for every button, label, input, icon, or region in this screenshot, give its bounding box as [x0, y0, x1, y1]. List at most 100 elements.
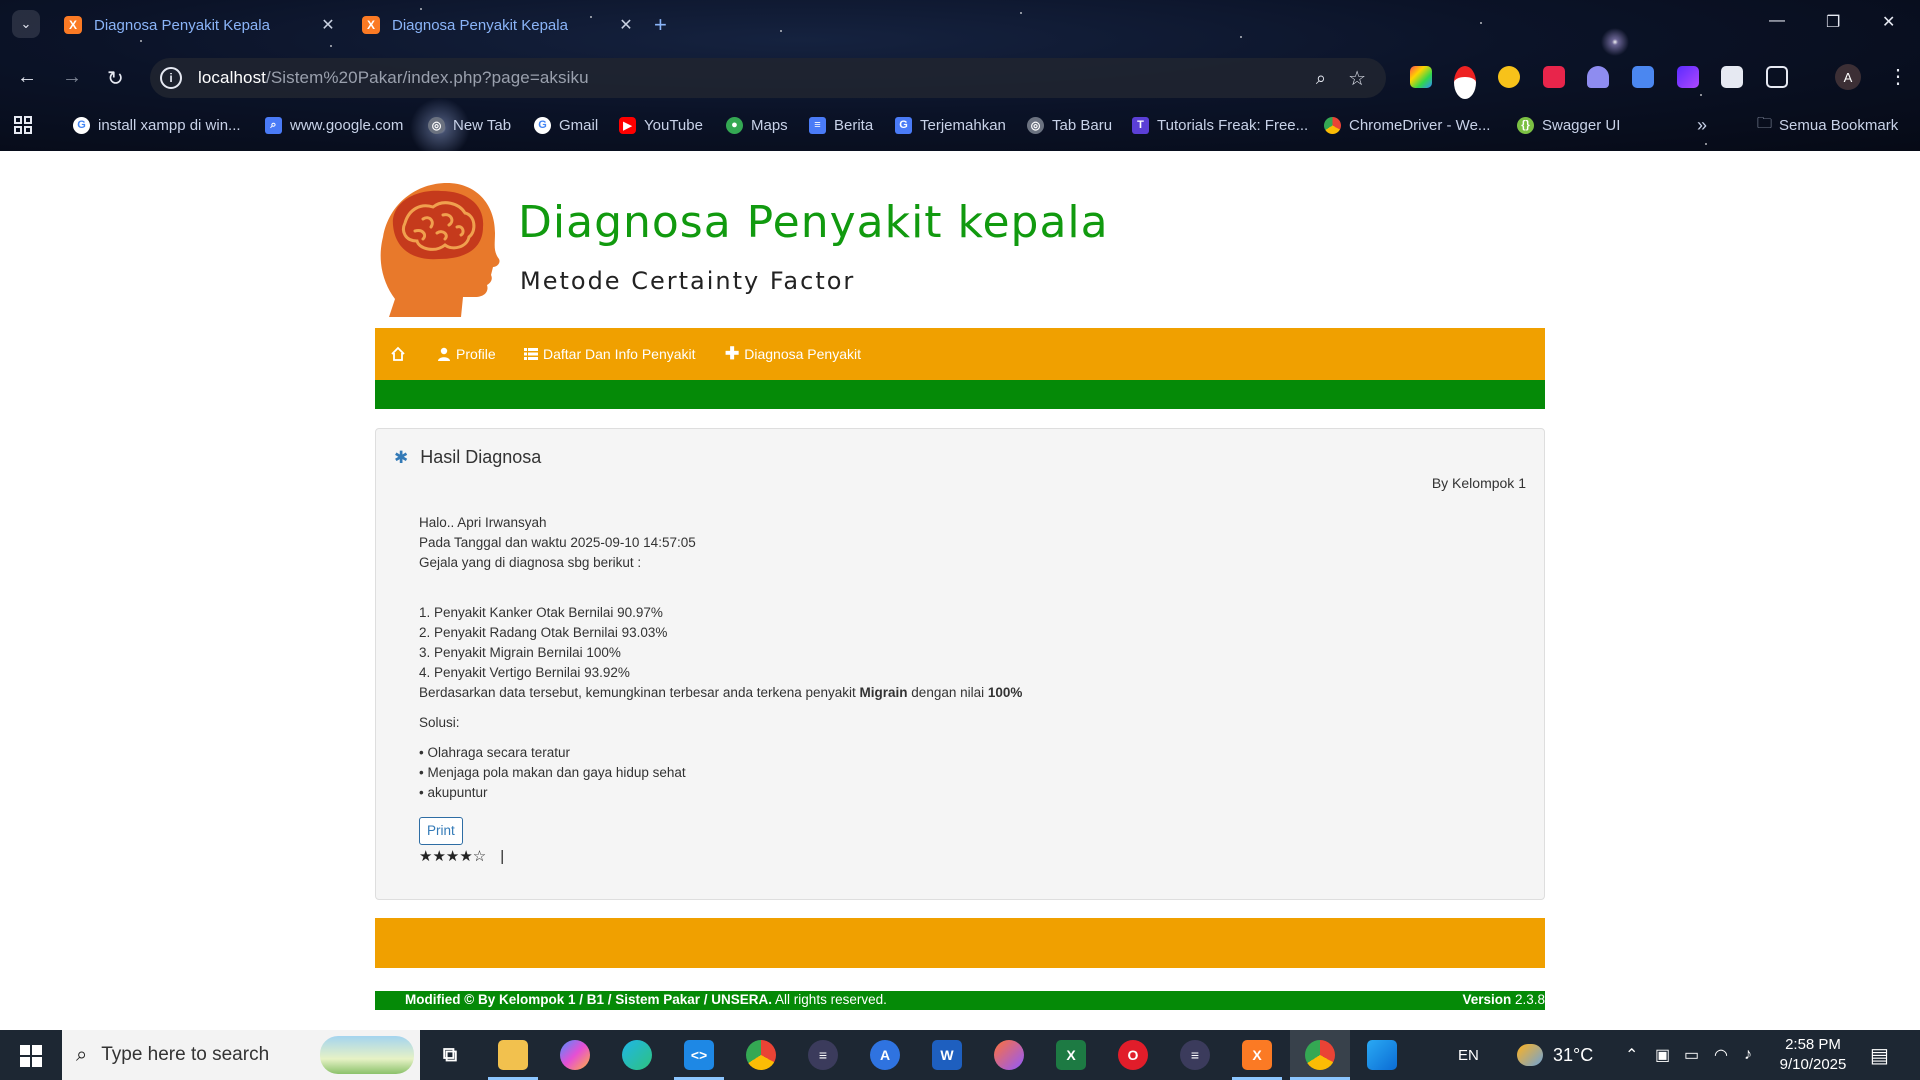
bookmark-maps[interactable]: ● Maps: [726, 112, 788, 138]
bookmark-new-tab[interactable]: ◎ New Tab: [428, 112, 511, 138]
apps-grid-icon[interactable]: [14, 112, 32, 138]
site-subtitle: Metode Certainty Factor: [520, 267, 856, 295]
tab-title: Diagnosa Penyakit Kepala: [392, 16, 568, 34]
back-button[interactable]: ←: [17, 66, 37, 89]
bookmark-swagger[interactable]: {} Swagger UI: [1517, 112, 1620, 138]
bookmark-youtube[interactable]: ▶ YouTube: [619, 112, 703, 138]
volume-icon[interactable]: ♪: [1744, 1030, 1752, 1080]
xampp-icon[interactable]: X: [1242, 1040, 1272, 1070]
browser-menu-icon[interactable]: ⋮: [1888, 64, 1908, 89]
timer-extension-icon[interactable]: [1498, 66, 1520, 88]
home-link[interactable]: [390, 328, 406, 380]
youtube-icon: ▶: [619, 116, 636, 134]
eclipse-icon[interactable]: ≡: [808, 1040, 838, 1070]
more-bookmarks-icon[interactable]: »: [1697, 112, 1707, 138]
bookmark-tutorials-freak[interactable]: T Tutorials Freak: Free...: [1132, 112, 1308, 138]
photos-icon[interactable]: [1367, 1040, 1397, 1070]
translate-icon: G: [895, 116, 912, 134]
show-hidden-icons[interactable]: ⌃: [1625, 1030, 1638, 1080]
vscode-icon[interactable]: <>: [684, 1040, 714, 1070]
bookmark-google-com[interactable]: ⌕ www.google.com: [265, 112, 403, 138]
wifi-icon[interactable]: ◠: [1714, 1030, 1728, 1080]
address-bar[interactable]: i localhost/Sistem%20Pakar/index.php?pag…: [150, 58, 1386, 98]
print-button[interactable]: Print: [419, 817, 463, 845]
globe-icon: ◎: [428, 116, 445, 134]
edge-icon[interactable]: [622, 1040, 652, 1070]
browser-chrome: ⌄ X Diagnosa Penyakit Kepala ✕ X Diagnos…: [0, 0, 1920, 151]
tab-title: Diagnosa Penyakit Kepala: [94, 16, 270, 34]
google-icon: G: [73, 116, 90, 134]
record-extension-icon[interactable]: [1543, 66, 1565, 88]
meet-now-icon[interactable]: ▣: [1655, 1030, 1670, 1080]
site-title: Diagnosa Penyakit kepala: [518, 197, 1109, 248]
all-bookmarks-folder[interactable]: 🗀 Semua Bookmark: [1757, 112, 1898, 138]
conclusion-text: Berdasarkan data tersebut, kemungkinan t…: [419, 685, 1023, 700]
windows-start-icon[interactable]: [20, 1045, 42, 1067]
app-store-icon[interactable]: A: [870, 1040, 900, 1070]
pokeball-extension-icon[interactable]: [1454, 66, 1476, 99]
battery-icon[interactable]: ▭: [1684, 1030, 1699, 1080]
close-tab-icon[interactable]: ✕: [614, 15, 638, 35]
zoom-icon[interactable]: ⌕: [1316, 68, 1326, 89]
site-info-icon[interactable]: i: [160, 67, 182, 89]
greeting-text: Halo.. Apri Irwansyah: [419, 515, 547, 530]
bookmark-star-icon[interactable]: ☆: [1348, 66, 1366, 91]
search-placeholder: Type here to search: [101, 1044, 270, 1065]
ghost-extension-icon[interactable]: [1587, 66, 1609, 88]
taskbar-search[interactable]: ⌕ Type here to search: [62, 1030, 420, 1080]
disease-item: 3. Penyakit Migrain Bernilai 100%: [419, 645, 621, 660]
url-text[interactable]: localhost/Sistem%20Pakar/index.php?page=…: [198, 68, 589, 88]
task-view-icon[interactable]: ⧉: [435, 1040, 465, 1070]
restore-button[interactable]: ❐: [1826, 12, 1840, 32]
rating-stars[interactable]: ★★★★☆ |: [419, 847, 1022, 867]
bookmark-tab-baru[interactable]: ◎ Tab Baru: [1027, 112, 1112, 138]
firefox-icon[interactable]: [994, 1040, 1024, 1070]
tab-diagnosa-1[interactable]: X Diagnosa Penyakit Kepala ✕: [52, 8, 340, 42]
clock[interactable]: 2:58 PM 9/10/2025: [1774, 1030, 1852, 1080]
bookmark-berita[interactable]: ≡ Berita: [809, 112, 873, 138]
language-indicator[interactable]: EN: [1458, 1030, 1479, 1080]
forward-button[interactable]: →: [62, 66, 82, 89]
solution-label: Solusi:: [419, 715, 460, 730]
profile-avatar[interactable]: A: [1835, 64, 1861, 90]
close-window-button[interactable]: ✕: [1882, 12, 1895, 32]
nav-disease-list[interactable]: Daftar Dan Info Penyakit: [524, 328, 696, 380]
minimize-button[interactable]: —: [1769, 12, 1785, 30]
reload-button[interactable]: ↻: [107, 66, 124, 91]
copyright-text: Modified © By Kelompok 1 / B1 / Sistem P…: [405, 992, 887, 1007]
weather-widget[interactable]: 31°C: [1517, 1030, 1593, 1080]
tutorials-icon: T: [1132, 116, 1149, 134]
globe-icon: ◎: [1027, 116, 1044, 134]
excel-icon[interactable]: X: [1056, 1040, 1086, 1070]
star-icons[interactable]: ★★★★☆: [419, 848, 486, 865]
tab-diagnosa-2[interactable]: X Diagnosa Penyakit Kepala ✕: [350, 8, 638, 42]
close-tab-icon[interactable]: ✕: [316, 15, 340, 35]
color-extension-icon[interactable]: [1410, 66, 1432, 88]
notification-center-icon[interactable]: ▤: [1870, 1030, 1889, 1080]
search-icon: ⌕: [76, 1043, 88, 1066]
wave-extension-icon[interactable]: [1677, 66, 1699, 88]
translate-extension-icon[interactable]: [1632, 66, 1654, 88]
chrome-icon[interactable]: [746, 1040, 776, 1070]
opera-icon[interactable]: O: [1118, 1040, 1148, 1070]
copilot-icon[interactable]: [560, 1040, 590, 1070]
disease-item: 1. Penyakit Kanker Otak Bernilai 90.97%: [419, 605, 663, 620]
eclipse-icon[interactable]: ≡: [1180, 1040, 1210, 1070]
nav-profile[interactable]: Profile: [437, 328, 496, 380]
chrome-profile-icon[interactable]: [1305, 1040, 1335, 1070]
bookmark-install-xampp[interactable]: G install xampp di win...: [73, 112, 241, 138]
windows-taskbar: ⌕ Type here to search ⧉ <> ≡ A W X O ≡ X…: [0, 1030, 1920, 1080]
bookmark-gmail[interactable]: G Gmail: [534, 112, 598, 138]
extensions-puzzle-icon[interactable]: [1766, 66, 1788, 88]
file-explorer-icon[interactable]: [498, 1040, 528, 1070]
word-icon[interactable]: W: [932, 1040, 962, 1070]
bookmark-terjemahkan[interactable]: G Terjemahkan: [895, 112, 1006, 138]
bookmark-chromedriver[interactable]: ChromeDriver - We...: [1324, 112, 1490, 138]
weather-icon: [1517, 1044, 1543, 1066]
new-tab-button[interactable]: +: [654, 12, 667, 38]
nav-diagnose[interactable]: ✚ Diagnosa Penyakit: [725, 328, 861, 380]
tab-manager-extension-icon[interactable]: [1721, 66, 1743, 88]
tab-search-button[interactable]: ⌄: [12, 10, 40, 38]
swagger-icon: {}: [1517, 116, 1534, 134]
web-page: Diagnosa Penyakit kepala Metode Certaint…: [0, 151, 1920, 1030]
